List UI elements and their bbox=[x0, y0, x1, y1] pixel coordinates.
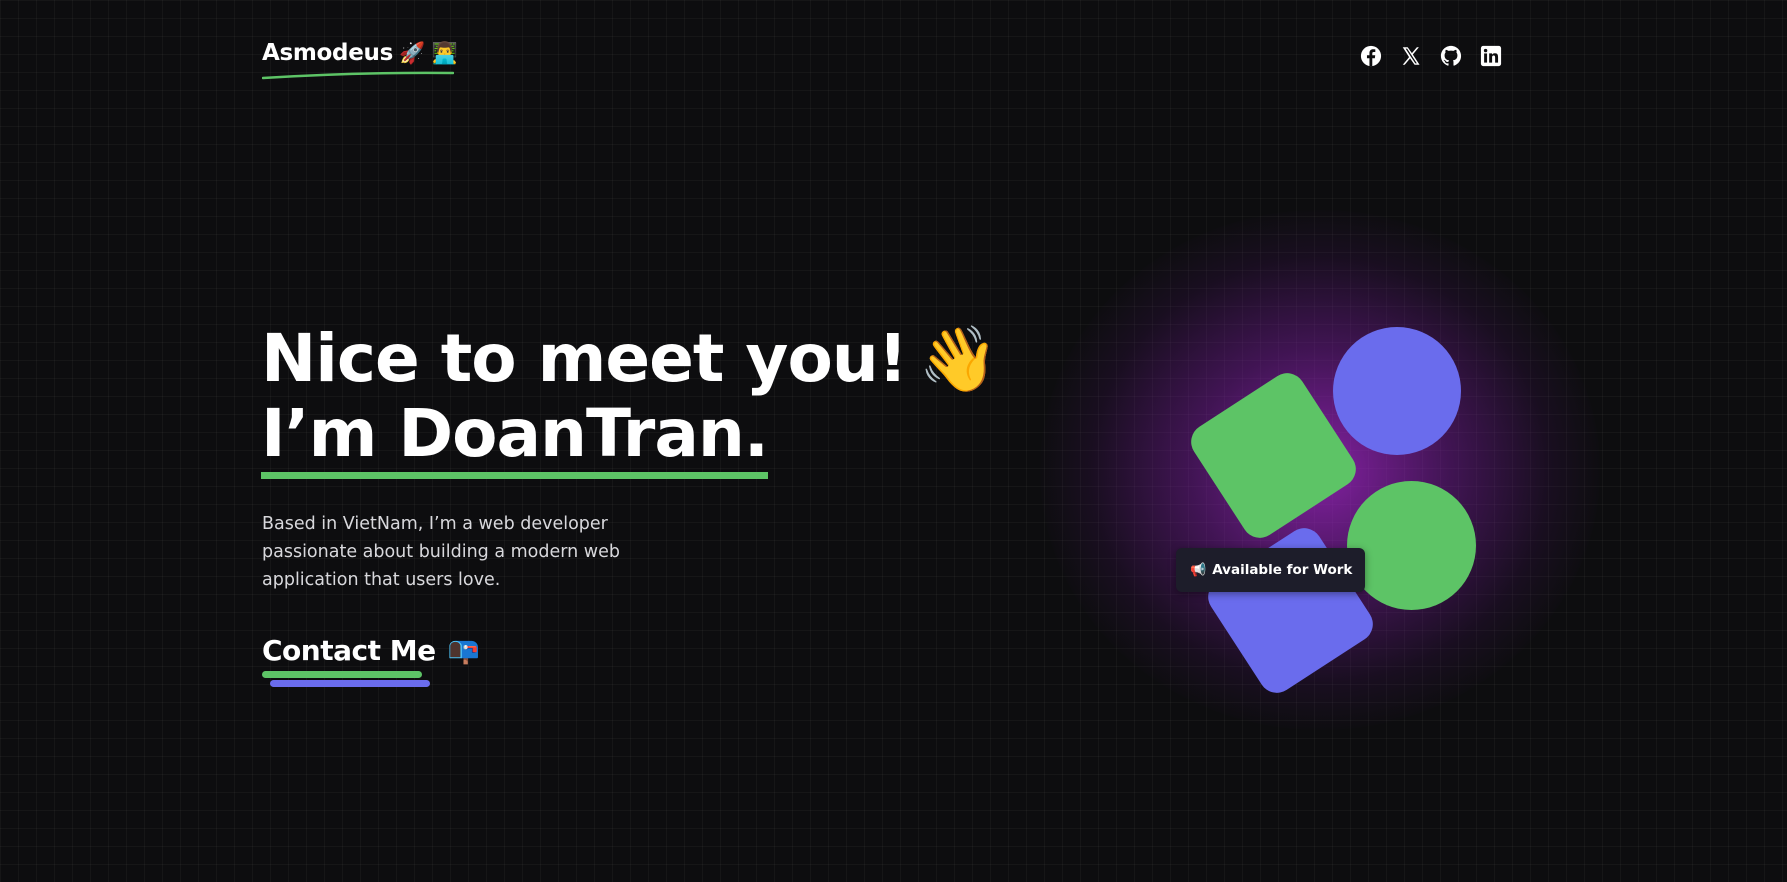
name-underline bbox=[261, 472, 768, 479]
facebook-link[interactable] bbox=[1360, 45, 1382, 67]
mailbox-emoji: 📭 bbox=[447, 635, 480, 666]
social-links bbox=[1360, 45, 1502, 67]
contact-underline-green bbox=[262, 671, 422, 678]
available-for-work-badge[interactable]: 📢 Available for Work bbox=[1176, 548, 1366, 592]
contact-me-label: Contact Me bbox=[262, 634, 436, 667]
contact-me-link[interactable]: Contact Me 📭 bbox=[262, 634, 480, 667]
hero-name-line: I’m DoanTran. bbox=[261, 395, 998, 479]
hero-greeting: Nice to meet you! bbox=[261, 320, 908, 397]
linkedin-link[interactable] bbox=[1480, 45, 1502, 67]
x-link[interactable] bbox=[1400, 45, 1422, 67]
hero-name-text: I’m DoanTran. bbox=[261, 395, 769, 472]
logo-text: Asmodeus bbox=[262, 40, 393, 66]
facebook-icon bbox=[1360, 45, 1382, 67]
contact-underline-purple bbox=[270, 680, 430, 687]
green-circle bbox=[1347, 481, 1476, 610]
hero-name: I’m DoanTran. bbox=[261, 395, 769, 479]
available-for-work-label: Available for Work bbox=[1212, 562, 1353, 578]
page: Asmodeus 🚀 👨‍💻 bbox=[0, 0, 1787, 882]
github-link[interactable] bbox=[1440, 45, 1462, 67]
hero-intro: Based in VietNam, I’m a web developer pa… bbox=[262, 514, 620, 590]
linkedin-icon bbox=[1480, 45, 1502, 67]
logo-emoji: 🚀 👨‍💻 bbox=[398, 40, 458, 65]
hero-heading: Nice to meet you! 👋 I’m DoanTran. bbox=[261, 320, 999, 479]
github-icon bbox=[1440, 45, 1462, 66]
purple-circle bbox=[1333, 327, 1461, 455]
megaphone-icon: 📢 bbox=[1190, 562, 1207, 578]
wave-emoji: 👋 bbox=[918, 323, 999, 397]
logo-underline bbox=[262, 71, 454, 80]
hero-greeting-line: Nice to meet you! 👋 bbox=[261, 320, 999, 398]
logo-link[interactable]: Asmodeus 🚀 👨‍💻 bbox=[262, 40, 458, 66]
x-icon bbox=[1402, 47, 1420, 65]
